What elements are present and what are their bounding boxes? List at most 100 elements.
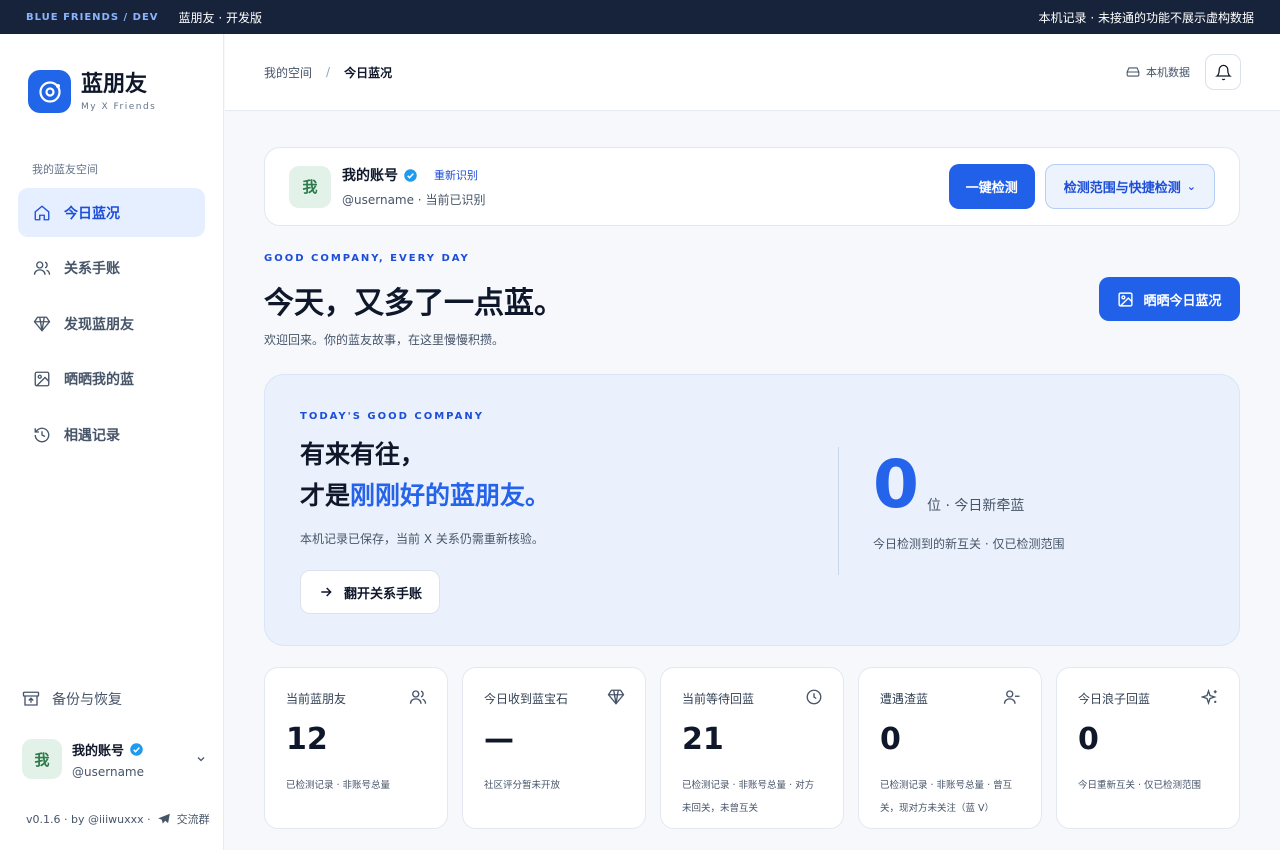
users-icon [409, 690, 427, 704]
hero-note: 本机记录已保存，当前 X 关系仍需重新核验。 [300, 532, 544, 546]
clock-icon [806, 689, 822, 705]
hero-line-1: 有来有往， [300, 440, 426, 469]
hero-card: TODAY'S GOOD COMPANY 有来有往， 才是刚刚好的蓝朋友。 本机… [264, 374, 1240, 646]
hero-line-2-prefix: 才是 [300, 481, 351, 510]
stat-card-current-friends[interactable]: 当前蓝朋友 12 已检测记录 · 非账号总量 [264, 667, 448, 829]
breadcrumb-root[interactable]: 我的空间 [264, 64, 312, 81]
telegram-icon [157, 813, 170, 824]
archive-icon [22, 691, 40, 706]
account-card: 我 我的账号 重新识别 @username · 当前已识别 一键检测 检测范围与… [264, 147, 1240, 226]
community-group-link[interactable]: 交流群 [177, 811, 210, 827]
sparkles-icon [1201, 688, 1217, 706]
account-subtitle: @username · 当前已识别 [342, 193, 486, 207]
sidebar-item-relations[interactable]: 关系手账 [18, 244, 205, 293]
stat-note: 社区评分暂未开放 [484, 780, 561, 791]
topbar-note: 本机记录 · 未接通的功能不展示虚构数据 [1038, 10, 1254, 25]
intro-eyebrow: GOOD COMPANY, EVERY DAY [264, 253, 470, 264]
breadcrumb-current: 今日蓝况 [344, 65, 393, 80]
diamond-icon [33, 316, 51, 332]
hero-line-2: 才是刚刚好的蓝朋友。 [300, 476, 550, 512]
app-title: 蓝朋友 · 开发版 [178, 10, 262, 25]
users-icon [33, 261, 51, 275]
sidebar-item-share[interactable]: 晒晒我的蓝 [18, 355, 205, 404]
avatar: 我 [289, 165, 331, 208]
sidebar-item-label: 相遇记录 [64, 427, 120, 444]
image-icon [1118, 291, 1134, 307]
sidebar-item-history[interactable]: 相遇记录 [18, 410, 205, 459]
hero-eyebrow: TODAY'S GOOD COMPANY [300, 411, 484, 422]
notifications-button[interactable] [1205, 54, 1241, 90]
stat-label: 今日浪子回蓝 [1078, 692, 1151, 706]
new-mutual-unit: 位 · 今日新牵蓝 [927, 498, 1025, 514]
relink-button[interactable]: 重新识别 [434, 167, 478, 183]
chevron-down-icon [197, 757, 205, 762]
hard-drive-icon [1126, 67, 1140, 77]
open-relations-label: 翻开关系手账 [343, 586, 422, 602]
arrow-right-icon [321, 587, 332, 597]
dev-tag: BLUE FRIENDS / DEV [26, 11, 159, 23]
stat-card-waiting[interactable]: 当前等待回蓝 21 已检测记录 · 非账号总量 · 对方未回关，未曾互关 [660, 667, 844, 829]
backup-label: 备份与恢复 [52, 692, 122, 708]
stat-note: 已检测记录 · 非账号总量 [286, 780, 391, 791]
verified-icon [404, 168, 417, 182]
stat-label: 当前蓝朋友 [286, 692, 347, 706]
stat-value: 0 [880, 722, 901, 757]
backup-restore-link[interactable]: 备份与恢复 [22, 689, 122, 709]
logo-icon [28, 70, 71, 113]
stat-note: 已检测记录 · 非账号总量 · 对方未回关，未曾互关 [682, 780, 815, 814]
sidebar-item-label: 晒晒我的蓝 [64, 372, 134, 388]
detect-button[interactable]: 一键检测 [948, 164, 1035, 209]
chevron-down-icon: ⌄ [1186, 180, 1196, 193]
page-title: 今天，又多了一点蓝。 [264, 286, 564, 321]
new-mutual-note: 今日检测到的新互关 · 仅已检测范围 [873, 537, 1065, 551]
page-subtitle: 欢迎回来。你的蓝友故事，在这里慢慢积攒。 [264, 333, 505, 347]
sidebar-item-discover[interactable]: 发现蓝朋友 [18, 299, 205, 348]
avatar: 我 [22, 739, 62, 779]
detect-scope-dropdown[interactable]: 检测范围与快捷检测 ⌄ [1044, 164, 1215, 209]
stat-card-returned[interactable]: 今日浪子回蓝 0 今日重新互关 · 仅已检测范围 [1056, 667, 1240, 829]
stat-label: 遭遇渣蓝 [880, 692, 929, 706]
stats-row: 当前蓝朋友 12 已检测记录 · 非账号总量 今日收到蓝宝石 — 社区评分暂未开… [264, 667, 1240, 829]
user-minus-icon [1003, 690, 1020, 704]
user-menu[interactable]: 我 我的账号 @username [22, 739, 207, 779]
stat-card-gems[interactable]: 今日收到蓝宝石 — 社区评分暂未开放 [462, 667, 646, 829]
stat-value: 12 [286, 722, 328, 757]
sidebar-item-label: 发现蓝朋友 [64, 316, 134, 333]
home-icon [34, 204, 50, 220]
sidebar-footer: v0.1.6 · by @iiiwuxxx · 交流群 [26, 811, 210, 827]
brand-name: 蓝朋友 [81, 71, 148, 97]
stat-value: 21 [682, 722, 724, 757]
share-label: 晒晒今日蓝况 [1143, 293, 1222, 309]
stat-value: 0 [1078, 722, 1099, 757]
brand-logo[interactable]: 蓝朋友 My X Friends [28, 70, 156, 113]
sidebar-item-today[interactable]: 今日蓝况 [18, 188, 205, 237]
user-name: 我的账号 [72, 743, 125, 759]
stat-note: 今日重新互关 · 仅已检测范围 [1078, 780, 1202, 791]
brand-subtitle: My X Friends [81, 101, 157, 112]
share-today-button[interactable]: 晒晒今日蓝况 [1099, 277, 1240, 321]
top-banner: BLUE FRIENDS / DEV 蓝朋友 · 开发版 本机记录 · 未接通的… [0, 0, 1280, 34]
image-icon [34, 371, 50, 387]
hero-divider [838, 447, 839, 575]
stat-card-unfollowed[interactable]: 遭遇渣蓝 0 已检测记录 · 非账号总量 · 曾互关，现对方未关注（蓝 V） [858, 667, 1042, 829]
hero-line-2-accent: 刚刚好的蓝朋友。 [350, 481, 551, 510]
sidebar-item-label: 关系手账 [64, 261, 120, 277]
version-text: v0.1.6 · by @iiiwuxxx · [26, 812, 151, 826]
bell-icon [1214, 64, 1232, 80]
local-data-indicator: 本机数据 [1126, 64, 1190, 80]
detect-scope-label: 检测范围与快捷检测 [1063, 181, 1181, 196]
sidebar-nav: 今日蓝况 关系手账 发现蓝朋友 晒晒我的蓝 相遇记录 [18, 188, 205, 466]
open-relations-button[interactable]: 翻开关系手账 [300, 570, 440, 614]
main-content: 我的空间 / 今日蓝况 本机数据 我 我的账号 重新识别 @username ·… [225, 34, 1280, 850]
sidebar: 蓝朋友 My X Friends 我的蓝友空间 今日蓝况 关系手账 发现蓝朋友 … [0, 34, 224, 850]
stat-label: 今日收到蓝宝石 [484, 692, 569, 706]
verified-icon [130, 742, 143, 756]
stat-note: 已检测记录 · 非账号总量 · 曾互关，现对方未关注（蓝 V） [880, 780, 1013, 814]
stat-value: — [484, 722, 514, 757]
sidebar-item-label: 今日蓝况 [64, 205, 120, 222]
local-data-label: 本机数据 [1146, 66, 1190, 79]
diamond-icon [607, 689, 625, 705]
history-icon [34, 427, 50, 442]
stat-label: 当前等待回蓝 [682, 692, 755, 706]
new-mutual-count: 0 [873, 446, 919, 523]
